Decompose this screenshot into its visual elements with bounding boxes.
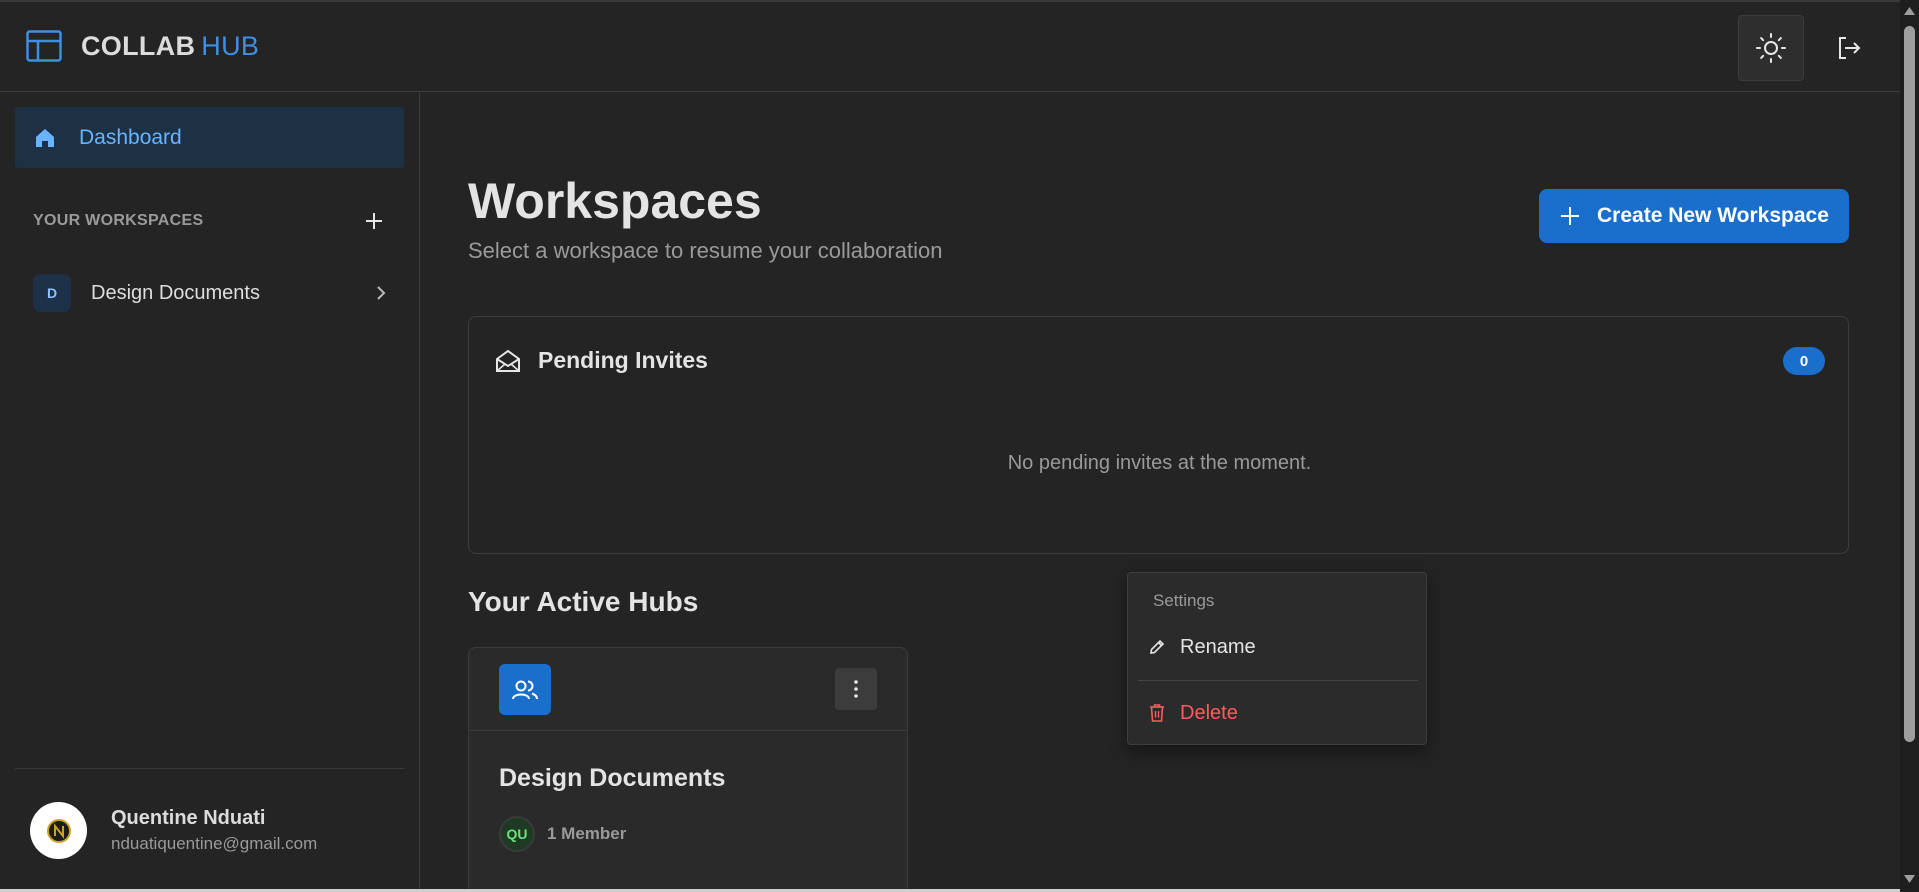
sidebar-item-dashboard[interactable]: Dashboard — [15, 107, 404, 168]
sun-icon — [1756, 33, 1786, 63]
home-icon — [36, 128, 54, 147]
workspaces-header-label: YOUR WORKSPACES — [33, 212, 204, 229]
user-profile[interactable]: Quentine Nduati nduatiquentine@gmail.com — [30, 802, 317, 859]
pending-invites-header: Pending Invites — [495, 347, 708, 374]
users-icon — [512, 680, 538, 699]
plus-icon — [1561, 207, 1579, 225]
more-vertical-icon — [854, 680, 858, 698]
delete-label: Delete — [1180, 701, 1238, 724]
user-logo-icon — [46, 818, 71, 843]
avatar — [30, 802, 87, 859]
plus-icon — [366, 213, 382, 229]
hub-context-menu: Settings Rename Delete — [1127, 572, 1427, 745]
active-hubs-title: Your Active Hubs — [468, 586, 699, 617]
theme-toggle-button[interactable] — [1738, 15, 1804, 81]
hub-card[interactable]: Design Documents QU 1 Member — [468, 647, 908, 892]
sidebar-item-workspace[interactable]: D Design Documents — [33, 270, 388, 316]
user-info: Quentine Nduati nduatiquentine@gmail.com — [111, 807, 317, 854]
page-title: Workspaces — [468, 173, 762, 229]
scroll-up-icon[interactable] — [1903, 6, 1916, 16]
workspace-name: Design Documents — [91, 281, 260, 304]
create-workspace-label: Create New Workspace — [1597, 204, 1829, 227]
main-content: Workspaces Select a workspace to resume … — [421, 92, 1900, 892]
pending-invites-card: Pending Invites 0 No pending invites at … — [468, 316, 1849, 554]
page-subtitle: Select a workspace to resume your collab… — [468, 238, 943, 263]
invites-count-badge: 0 — [1783, 347, 1825, 375]
hub-icon — [499, 664, 551, 715]
menu-divider — [1138, 680, 1418, 681]
top-bar: COLLAB HUB — [0, 0, 1900, 92]
pencil-icon — [1150, 639, 1165, 654]
workspaces-section-header: YOUR WORKSPACES — [33, 206, 388, 236]
scroll-down-icon[interactable] — [1903, 874, 1916, 884]
sidebar: Dashboard YOUR WORKSPACES D Design Docum… — [0, 92, 420, 892]
logo-secondary: HUB — [201, 30, 260, 61]
delete-menu-item[interactable]: Delete — [1148, 695, 1408, 731]
logo-primary: COLLAB — [81, 30, 196, 61]
scrollbar-thumb[interactable] — [1904, 26, 1915, 742]
pending-invites-title: Pending Invites — [538, 347, 708, 373]
user-name: Quentine Nduati — [111, 807, 266, 829]
trash-icon — [1150, 704, 1164, 722]
logo-text: COLLAB HUB — [81, 31, 259, 62]
hub-card-header — [469, 648, 907, 731]
members-count: 1 Member — [547, 824, 627, 843]
logout-icon — [1839, 37, 1861, 59]
hub-name: Design Documents — [499, 764, 726, 792]
member-avatar: QU — [499, 816, 535, 852]
rename-label: Rename — [1180, 635, 1256, 658]
hub-options-button[interactable] — [835, 668, 877, 710]
invites-empty-message: No pending invites at the moment. — [1007, 452, 1312, 474]
chevron-right-icon — [377, 286, 386, 300]
hub-members: QU 1 Member — [499, 816, 626, 852]
logout-button[interactable] — [1830, 28, 1868, 68]
divider — [15, 768, 404, 769]
envelope-open-icon — [496, 349, 520, 372]
logo[interactable]: COLLAB HUB — [26, 30, 259, 62]
create-workspace-button[interactable]: Create New Workspace — [1539, 189, 1849, 243]
rename-menu-item[interactable]: Rename — [1148, 629, 1408, 665]
layout-icon — [26, 30, 62, 62]
user-email: nduatiquentine@gmail.com — [111, 834, 318, 853]
workspace-avatar: D — [33, 274, 71, 312]
add-workspace-button[interactable] — [360, 207, 388, 235]
menu-header: Settings — [1153, 591, 1215, 610]
sidebar-item-label: Dashboard — [79, 125, 182, 149]
